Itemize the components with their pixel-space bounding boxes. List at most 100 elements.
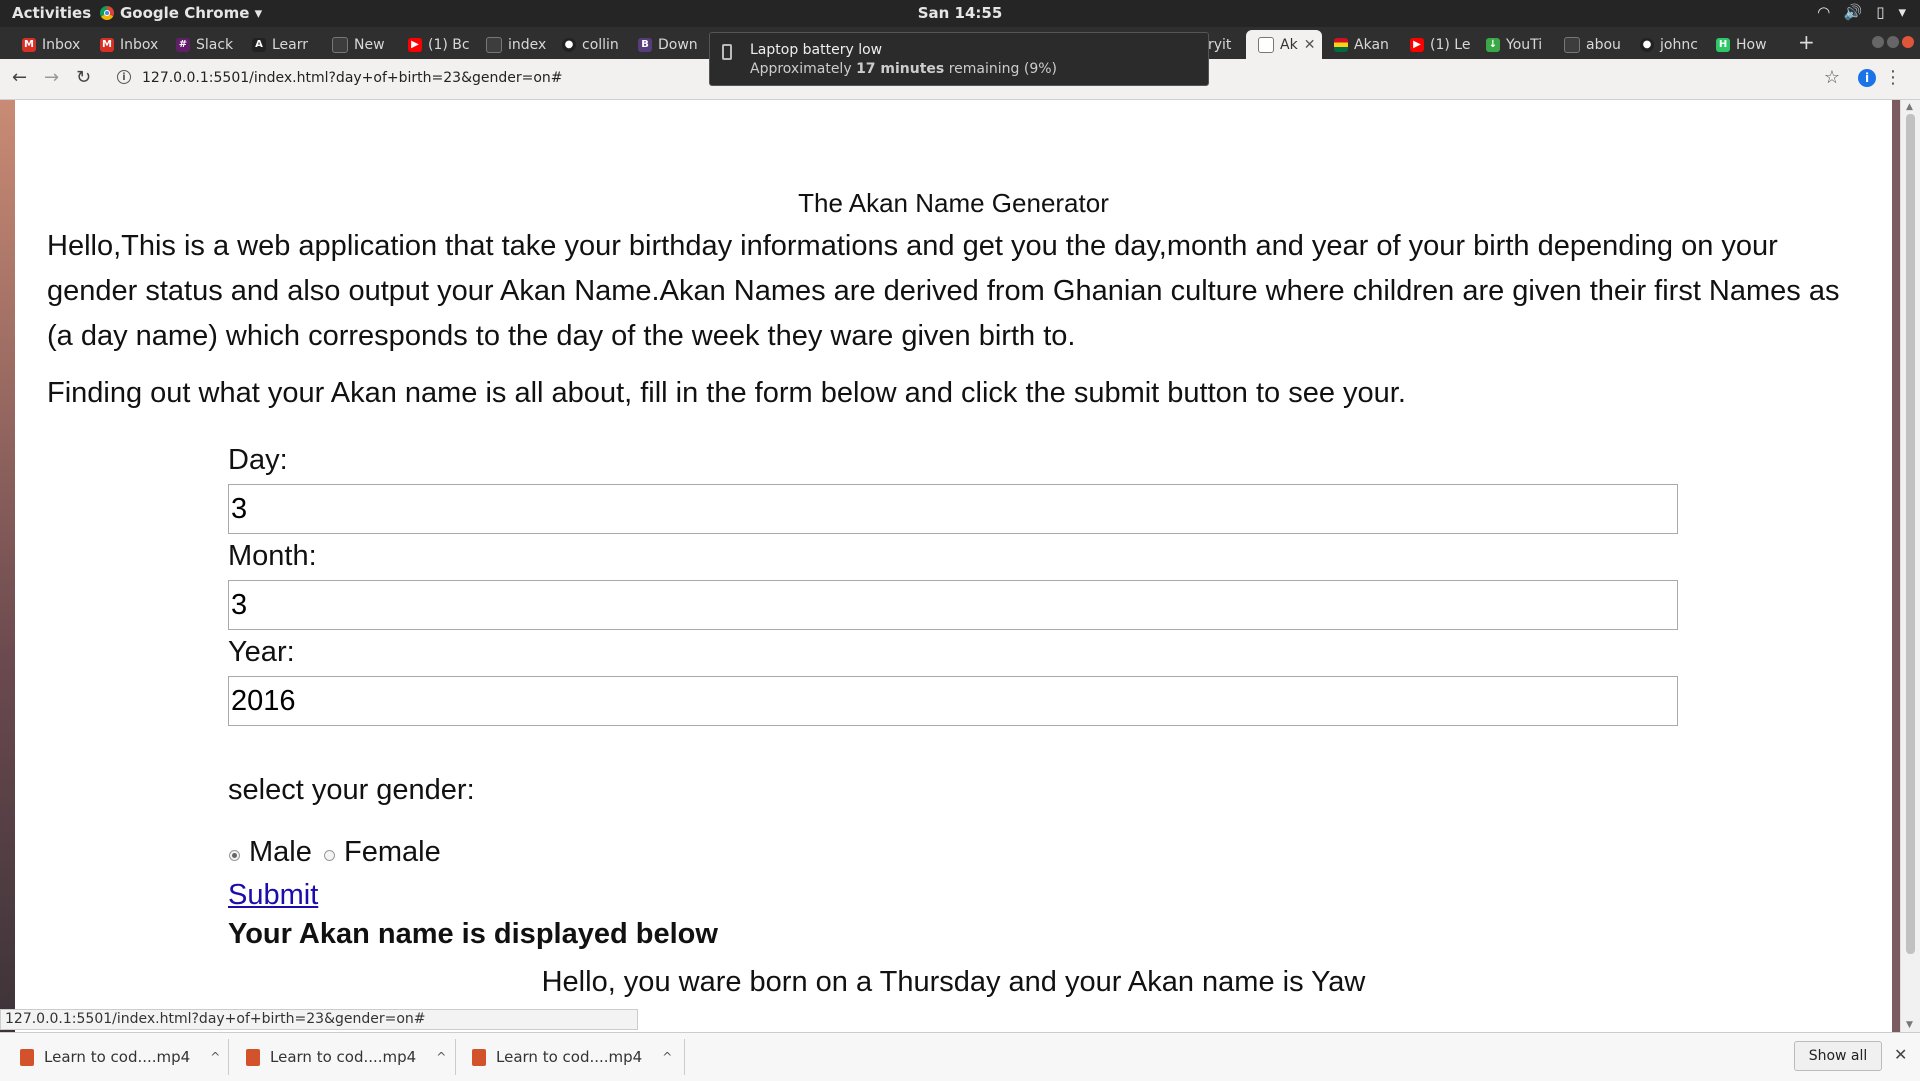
chevron-up-icon[interactable]: ^	[662, 1050, 672, 1064]
page-scrollbar[interactable]: ▲ ▼	[1900, 100, 1920, 1032]
bootstrap-icon: B	[638, 37, 652, 52]
female-label: Female	[344, 836, 441, 868]
divider	[228, 1039, 229, 1075]
tab[interactable]: index	[474, 30, 554, 59]
tab-label: collin	[582, 36, 619, 53]
page-title: The Akan Name Generator	[798, 188, 1109, 218]
tab-label: (1) Bc	[428, 36, 470, 53]
tab[interactable]: ● collin	[550, 30, 630, 59]
year-input[interactable]	[228, 676, 1678, 726]
reload-icon[interactable]: ↻	[76, 67, 91, 88]
bookmark-star-icon[interactable]: ☆	[1824, 67, 1840, 88]
clock[interactable]: San 14:55	[0, 4, 1920, 22]
github-icon: ●	[1640, 37, 1654, 52]
month-input[interactable]	[228, 580, 1678, 630]
tab-label: (1) Le	[1430, 36, 1471, 53]
download-filename: Learn to cod....mp4	[496, 1048, 643, 1066]
tab[interactable]: M Inbox	[10, 30, 98, 59]
tab[interactable]: Akan	[1322, 30, 1402, 59]
address-bar[interactable]: 127.0.0.1:5501/index.html?day+of+birth=2…	[142, 70, 563, 86]
tab[interactable]: New	[320, 30, 400, 59]
result-heading: Your Akan name is displayed below	[228, 918, 718, 950]
battery-icon: ▯	[1876, 3, 1885, 21]
download-icon: ↓	[1486, 37, 1500, 52]
notification-body-suffix: remaining (9%)	[944, 61, 1057, 77]
chevron-up-icon[interactable]: ^	[436, 1050, 446, 1064]
maximize-button[interactable]	[1887, 36, 1899, 48]
tab[interactable]: ▶ (1) Le	[1398, 30, 1478, 59]
divider	[455, 1039, 456, 1075]
result-text: Hello, you ware born on a Thursday and y…	[541, 966, 1366, 998]
tab-label: index	[508, 36, 547, 53]
tab[interactable]: H How	[1704, 30, 1788, 59]
notification-title: Laptop battery low	[750, 42, 883, 58]
notification-body-prefix: Approximately	[750, 61, 857, 77]
submit-link[interactable]: Submit	[228, 879, 318, 912]
chevron-down-icon: ▾	[1898, 3, 1906, 21]
day-input[interactable]	[228, 484, 1678, 534]
desktop-background-right	[1892, 100, 1900, 1032]
minimize-button[interactable]	[1872, 36, 1884, 48]
window-controls	[1872, 36, 1914, 48]
ghana-flag-icon	[1334, 37, 1348, 52]
gender-label: select your gender:	[228, 774, 475, 806]
close-icon[interactable]: ✕	[1894, 1045, 1907, 1064]
back-arrow-icon[interactable]: ←	[12, 67, 27, 88]
angular-icon: A	[252, 37, 266, 52]
window-close-button[interactable]	[1902, 36, 1914, 48]
system-tray[interactable]: ◠ 🔊 ▯ ▾	[1818, 3, 1906, 21]
tab[interactable]: B Down	[626, 30, 710, 59]
scroll-down-arrow-icon[interactable]: ▼	[1906, 1020, 1913, 1030]
tab[interactable]: ● johnc	[1628, 30, 1708, 59]
notification-body: Approximately 17 minutes remaining (9%)	[750, 61, 1057, 77]
show-all-button[interactable]: Show all	[1794, 1041, 1882, 1071]
gmail-icon: M	[100, 37, 114, 52]
tab-label: Inbox	[42, 36, 81, 53]
menu-icon[interactable]: ⋮	[1884, 67, 1902, 88]
tab[interactable]: ↓ YouTi	[1474, 30, 1554, 59]
tab-label: abou	[1586, 36, 1621, 53]
tab-label: Down	[658, 36, 698, 53]
tab[interactable]: # Slack	[164, 30, 248, 59]
tab[interactable]: A Learr	[240, 30, 322, 59]
tab-label: Slack	[196, 36, 234, 53]
intro-paragraph: Hello,This is a web application that tak…	[47, 230, 1840, 352]
tab[interactable]: ▶ (1) Bc	[396, 30, 476, 59]
video-file-icon	[20, 1048, 34, 1066]
month-label: Month:	[228, 540, 317, 572]
tab-label: Ak	[1280, 36, 1298, 53]
link-status-bar: 127.0.0.1:5501/index.html?day+of+birth=2…	[0, 1009, 638, 1030]
page-viewport: The Akan Name Generator Hello,This is a …	[15, 100, 1892, 1032]
tab[interactable]: abou	[1552, 30, 1632, 59]
desktop-background-left	[0, 100, 15, 1032]
male-radio[interactable]	[229, 850, 240, 861]
new-tab-button[interactable]: +	[1798, 30, 1815, 54]
download-shelf: Learn to cod....mp4 ^ Learn to cod....mp…	[0, 1032, 1920, 1081]
close-icon[interactable]: ✕	[1304, 37, 1316, 53]
video-file-icon	[472, 1048, 486, 1066]
scrollbar-thumb[interactable]	[1906, 114, 1915, 954]
info-icon[interactable]: i	[117, 70, 131, 84]
year-label: Year:	[228, 636, 295, 668]
extension-icon[interactable]: i	[1858, 69, 1876, 87]
tab-label: ryit	[1208, 36, 1232, 53]
tab-active[interactable]: Ak ✕	[1246, 30, 1322, 59]
chevron-up-icon[interactable]: ^	[210, 1050, 220, 1064]
volume-icon: 🔊	[1843, 3, 1863, 21]
tab-label: Learr	[272, 36, 309, 53]
youtube-icon: ▶	[1410, 37, 1424, 52]
tab-label: johnc	[1660, 36, 1698, 53]
tab-label: How	[1736, 36, 1767, 53]
female-radio[interactable]	[324, 850, 335, 861]
instruction-paragraph: Finding out what your Akan name is all a…	[47, 377, 1406, 409]
download-item[interactable]: Learn to cod....mp4 ^	[246, 1045, 446, 1069]
tab[interactable]: M Inbox	[88, 30, 168, 59]
battery-notification[interactable]: Laptop battery low Approximately 17 minu…	[709, 32, 1209, 86]
download-item[interactable]: Learn to cod....mp4 ^	[472, 1045, 672, 1069]
scroll-up-arrow-icon[interactable]: ▲	[1906, 102, 1913, 112]
forward-arrow-icon[interactable]: →	[44, 67, 59, 88]
tab-label: Inbox	[120, 36, 159, 53]
slack-icon: #	[176, 37, 190, 52]
page-icon	[486, 36, 502, 53]
download-item[interactable]: Learn to cod....mp4 ^	[20, 1045, 220, 1069]
